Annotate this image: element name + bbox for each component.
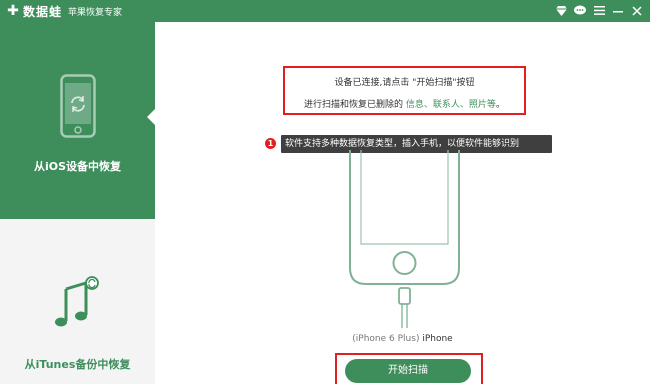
instruction-end: 。 bbox=[495, 100, 505, 110]
menu-icon[interactable] bbox=[592, 3, 606, 18]
main-panel: 设备已连接,请点击 "开始扫描"按钮 进行扫描和恢复已删除的 信息、联系人、照片… bbox=[155, 22, 650, 384]
data-types-highlight: 信息、联系人、照片等 bbox=[405, 100, 496, 110]
sidebar: 从iOS设备中恢复 从iTunes备份中恢复 bbox=[0, 22, 156, 384]
music-note-icon bbox=[52, 275, 102, 334]
phone-sync-icon bbox=[60, 74, 96, 141]
instruction-line-2: 进行扫描和恢复已删除的 信息、联系人、照片等。 bbox=[285, 97, 524, 110]
device-model: (iPhone 6 Plus) bbox=[352, 334, 420, 344]
sidebar-item-label: 从iOS设备中恢复 bbox=[33, 160, 122, 173]
window-controls bbox=[554, 3, 644, 18]
logo-plus-icon: ✚ bbox=[7, 3, 19, 19]
sidebar-item-itunes-recovery[interactable]: 从iTunes备份中恢复 bbox=[0, 219, 155, 384]
app-name: 数据蛙 bbox=[23, 5, 63, 19]
sidebar-item-label: 从iTunes备份中恢复 bbox=[24, 358, 131, 371]
app-subtitle: 苹果恢复专家 bbox=[68, 8, 123, 18]
sidebar-item-ios-recovery[interactable]: 从iOS设备中恢复 bbox=[0, 22, 156, 219]
instruction-text: 进行扫描和恢复已删除的 bbox=[304, 100, 406, 110]
instruction-box: 设备已连接,请点击 "开始扫描"按钮 进行扫描和恢复已删除的 信息、联系人、照片… bbox=[283, 66, 526, 115]
device-label: (iPhone 6 Plus) iPhone bbox=[305, 334, 500, 344]
chat-icon[interactable] bbox=[573, 3, 587, 18]
device-name: iPhone bbox=[422, 334, 453, 344]
iphone-illustration bbox=[347, 150, 462, 331]
app-logo: ✚ 数据蛙 bbox=[6, 3, 62, 20]
start-scan-button[interactable]: 开始扫描 bbox=[345, 359, 471, 383]
instruction-line-1: 设备已连接,请点击 "开始扫描"按钮 bbox=[334, 78, 475, 88]
minimize-icon[interactable] bbox=[611, 3, 625, 18]
close-icon[interactable] bbox=[630, 3, 644, 18]
title-bar: ✚ 数据蛙 苹果恢复专家 bbox=[0, 0, 650, 22]
diamond-icon[interactable] bbox=[554, 3, 568, 18]
step-badge: 1 bbox=[265, 138, 276, 149]
